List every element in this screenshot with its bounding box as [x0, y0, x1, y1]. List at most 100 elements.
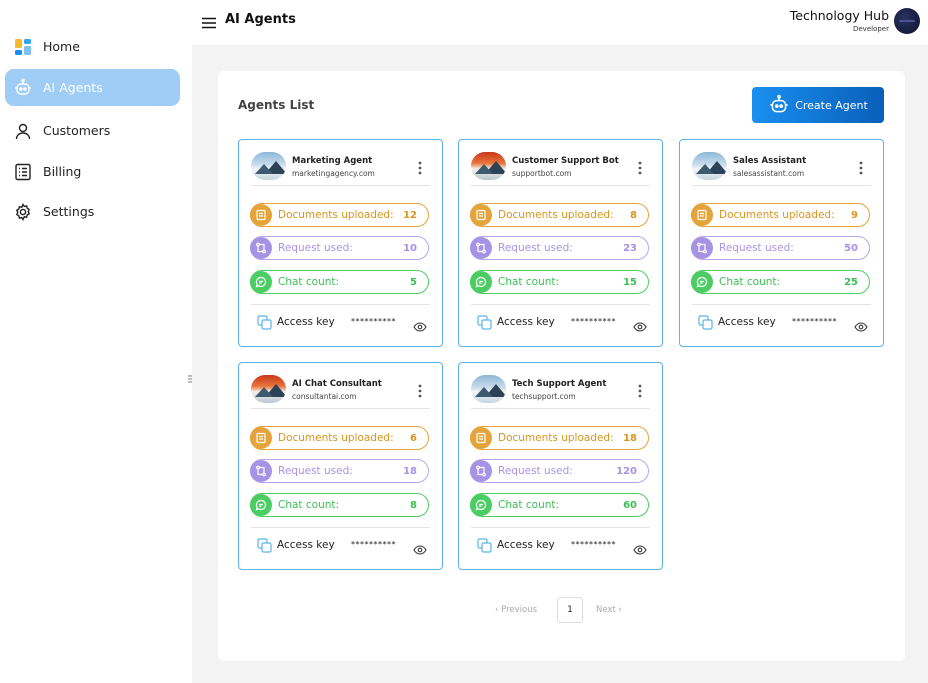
agent-name: Tech Support Agent: [512, 379, 607, 389]
chevron-left-icon: ‹: [495, 605, 499, 615]
agents-panel: Agents List Create Agent Marketing Agent…: [218, 71, 905, 661]
chat-count-stat: Chat count: 15: [470, 270, 649, 294]
page-title: AI Agents: [225, 12, 296, 27]
more-options-icon[interactable]: [418, 383, 422, 398]
stat-label: Chat count:: [498, 276, 560, 288]
home-grid-icon: [13, 37, 33, 57]
stat-value: 23: [623, 242, 637, 254]
stat-value: 8: [410, 499, 417, 511]
copy-icon[interactable]: [257, 538, 272, 553]
pagination: ‹ Previous 1 Next ›: [218, 597, 905, 623]
stat-value: 60: [623, 499, 637, 511]
request-flow-icon: [691, 237, 713, 259]
access-key-value: **********: [571, 317, 616, 326]
pagination-previous[interactable]: ‹ Previous: [495, 605, 537, 615]
sidebar-item-home[interactable]: Home: [5, 28, 180, 65]
agent-card: Tech Support Agent techsupport.com Docum…: [458, 362, 663, 570]
eye-icon[interactable]: [633, 540, 647, 555]
access-key-row: Access key **********: [471, 527, 650, 563]
hamburger-menu-icon[interactable]: [202, 14, 216, 29]
stat-label: Documents uploaded:: [498, 209, 614, 221]
pagination-page-1[interactable]: 1: [557, 597, 583, 623]
agent-domain: techsupport.com: [512, 392, 576, 401]
stat-value: 6: [410, 432, 417, 444]
more-options-icon[interactable]: [638, 160, 642, 175]
access-key-row: Access key **********: [692, 304, 871, 340]
copy-icon[interactable]: [477, 538, 492, 553]
request-used-stat: Request used: 50: [691, 236, 870, 260]
robot-icon: [768, 94, 790, 116]
stat-value: 50: [844, 242, 858, 254]
agent-card: Marketing Agent marketingagency.com Docu…: [238, 139, 443, 347]
request-flow-icon: [470, 460, 492, 482]
more-options-icon[interactable]: [638, 383, 642, 398]
agent-name: Marketing Agent: [292, 156, 373, 166]
request-used-stat: Request used: 23: [470, 236, 649, 260]
sidebar-item-label: Home: [43, 39, 80, 54]
sidebar-item-label: Customers: [43, 123, 111, 138]
eye-icon[interactable]: [413, 317, 427, 332]
access-key-value: **********: [351, 317, 396, 326]
gear-icon: [13, 202, 33, 222]
create-agent-button[interactable]: Create Agent: [752, 87, 884, 123]
chat-count-stat: Chat count: 25: [691, 270, 870, 294]
sidebar-item-customers[interactable]: Customers: [5, 112, 180, 149]
sidebar: Home AI Agents Customers Billing Setting…: [0, 0, 192, 683]
agent-thumbnail: [471, 375, 506, 403]
document-icon: [250, 427, 272, 449]
eye-icon[interactable]: [413, 540, 427, 555]
sidebar-item-settings[interactable]: Settings: [5, 193, 180, 230]
documents-uploaded-stat: Documents uploaded: 8: [470, 203, 649, 227]
sidebar-item-ai-agents[interactable]: AI Agents: [5, 69, 180, 106]
sidebar-item-label: AI Agents: [43, 80, 103, 95]
stat-label: Request used:: [719, 242, 794, 254]
user-icon: [13, 121, 33, 141]
avatar[interactable]: [894, 8, 920, 34]
pagination-previous-label: Previous: [501, 605, 538, 615]
agent-thumbnail: [692, 152, 727, 180]
access-key-row: Access key **********: [251, 304, 430, 340]
request-used-stat: Request used: 18: [250, 459, 429, 483]
sidebar-item-billing[interactable]: Billing: [5, 153, 180, 190]
request-flow-icon: [470, 237, 492, 259]
stat-value: 120: [616, 465, 637, 477]
chat-bubble-icon: [691, 271, 713, 293]
copy-icon[interactable]: [698, 315, 713, 330]
stat-label: Request used:: [498, 465, 573, 477]
top-bar: AI Agents Technology Hub Developer: [192, 0, 928, 45]
create-agent-label: Create Agent: [795, 98, 868, 112]
stat-value: 10: [403, 242, 417, 254]
access-key-label: Access key: [277, 539, 335, 551]
agent-card-header: Tech Support Agent techsupport.com: [471, 375, 650, 409]
user-name: Technology Hub: [789, 8, 889, 23]
stat-value: 15: [623, 276, 637, 288]
stat-label: Documents uploaded:: [719, 209, 835, 221]
more-options-icon[interactable]: [418, 160, 422, 175]
chat-count-stat: Chat count: 60: [470, 493, 649, 517]
agent-card-header: Sales Assistant salesassistant.com: [692, 152, 871, 186]
eye-icon[interactable]: [854, 317, 868, 332]
stat-label: Documents uploaded:: [278, 432, 394, 444]
agent-name: AI Chat Consultant: [292, 379, 382, 389]
stat-value: 9: [851, 209, 858, 221]
agent-card: Sales Assistant salesassistant.com Docum…: [679, 139, 884, 347]
copy-icon[interactable]: [477, 315, 492, 330]
copy-icon[interactable]: [257, 315, 272, 330]
section-title: Agents List: [238, 98, 315, 112]
access-key-row: Access key **********: [471, 304, 650, 340]
stat-label: Request used:: [278, 242, 353, 254]
more-options-icon[interactable]: [859, 160, 863, 175]
access-key-label: Access key: [497, 539, 555, 551]
stat-value: 25: [844, 276, 858, 288]
stat-label: Request used:: [498, 242, 573, 254]
pagination-next[interactable]: Next ›: [596, 605, 622, 615]
stat-label: Chat count:: [278, 499, 340, 511]
document-icon: [250, 204, 272, 226]
stat-value: 12: [403, 209, 417, 221]
request-used-stat: Request used: 120: [470, 459, 649, 483]
agent-card-header: Marketing Agent marketingagency.com: [251, 152, 430, 186]
access-key-value: **********: [351, 540, 396, 549]
agent-thumbnail: [251, 375, 286, 403]
eye-icon[interactable]: [633, 317, 647, 332]
access-key-value: **********: [792, 317, 837, 326]
